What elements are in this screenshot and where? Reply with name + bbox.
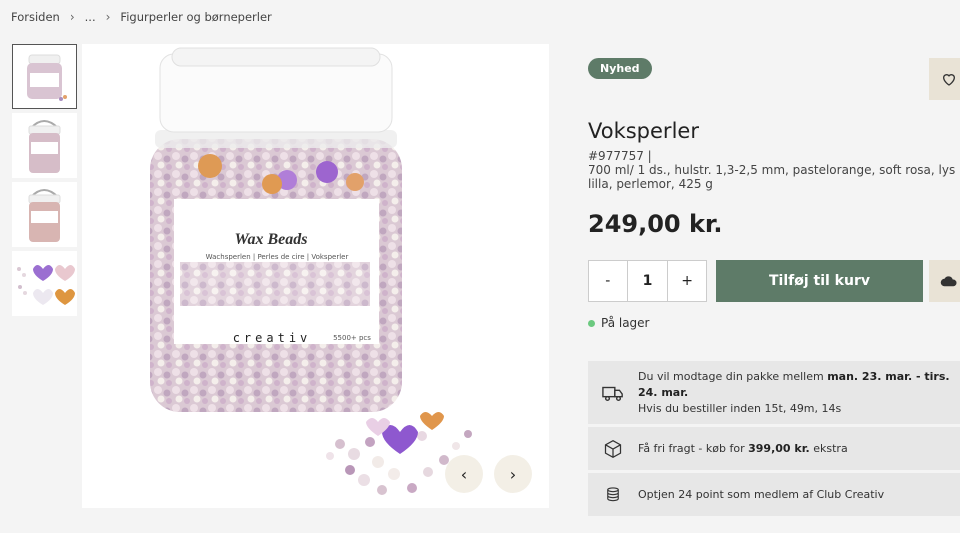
cloud-icon [940, 276, 957, 287]
stock-status: På lager [588, 316, 650, 330]
product-image: Wax Beads Wachsperlen | Perles de cire |… [82, 44, 549, 508]
product-sku: #977757 | [588, 149, 652, 163]
chevron-left-icon: ‹ [460, 464, 468, 484]
delivery-text: Du vil modtage din pakke mellem [638, 369, 828, 383]
bead-jar-image: Wax Beads Wachsperlen | Perles de cire |… [150, 47, 472, 495]
breadcrumb-home[interactable]: Forsiden [11, 10, 60, 24]
product-price: 249,00 kr. [588, 210, 723, 238]
product-title: Voksperler [588, 119, 699, 143]
cloud-button[interactable] [929, 260, 960, 302]
chevron-right-icon: › [69, 10, 75, 24]
chevron-right-icon: › [509, 464, 517, 484]
delivery-deadline: Hvis du bestiller inden 15t, 49m, 14s [638, 401, 842, 415]
prev-image-button[interactable]: ‹ [445, 455, 483, 493]
breadcrumb: Forsiden › ... › Figurperler og børneper… [11, 10, 272, 24]
points-text: Optjen 24 point som medlem af Club Creat… [638, 487, 885, 501]
points-info: Optjen 24 point som medlem af Club Creat… [588, 473, 960, 516]
image-count: 5500+ pcs [333, 334, 371, 342]
heart-icon [942, 74, 956, 86]
thumbnail-list [12, 44, 77, 320]
stock-indicator [588, 319, 595, 327]
quantity-decrease-button[interactable]: - [589, 261, 627, 301]
image-title: Wax Beads [234, 231, 307, 248]
product-description: 700 ml/ 1 ds., hulstr. 1,3-2,5 mm, paste… [588, 163, 956, 191]
truck-icon [602, 386, 623, 401]
thumbnail-1[interactable] [12, 44, 77, 109]
quantity-increase-button[interactable]: + [668, 261, 706, 301]
shipping-amount: 399,00 kr. [748, 441, 810, 455]
coins-icon [607, 486, 619, 501]
breadcrumb-ellipsis[interactable]: ... [85, 10, 96, 24]
next-image-button[interactable]: › [494, 455, 532, 493]
add-to-cart-button[interactable]: Tilføj til kurv [716, 260, 923, 302]
delivery-info: Du vil modtage din pakke mellem man. 23.… [588, 361, 960, 424]
stock-label: På lager [601, 316, 650, 330]
image-brand: creativ [233, 331, 312, 345]
quantity-stepper: - 1 + [588, 260, 707, 302]
thumbnail-4[interactable] [12, 251, 77, 316]
shipping-info: Få fri fragt - køb for 399,00 kr. ekstra [588, 427, 960, 470]
new-badge: Nyhed [588, 58, 652, 79]
thumbnail-2[interactable] [12, 113, 77, 178]
package-icon [604, 439, 622, 458]
quantity-input[interactable]: 1 [626, 261, 669, 301]
wishlist-button[interactable] [929, 58, 960, 100]
shipping-suffix: ekstra [809, 441, 848, 455]
breadcrumb-current[interactable]: Figurperler og børneperler [120, 10, 271, 24]
thumbnail-3[interactable] [12, 182, 77, 247]
image-subtitle: Wachsperlen | Perles de cire | Voksperle… [206, 253, 349, 261]
chevron-right-icon: › [105, 10, 111, 24]
shipping-text: Få fri fragt - køb for [638, 441, 749, 455]
